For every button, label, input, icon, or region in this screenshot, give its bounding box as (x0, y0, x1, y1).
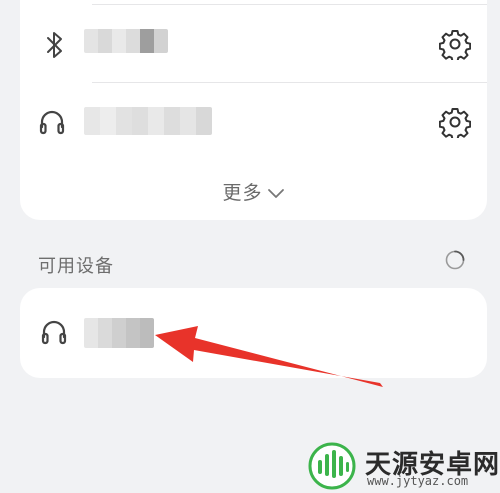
annotation-arrow (155, 326, 383, 387)
logo-icon (308, 442, 356, 490)
watermark-url: www.jytyaz.com (367, 474, 469, 488)
watermark: 天源安卓网 www.jytyaz.com (305, 436, 500, 493)
